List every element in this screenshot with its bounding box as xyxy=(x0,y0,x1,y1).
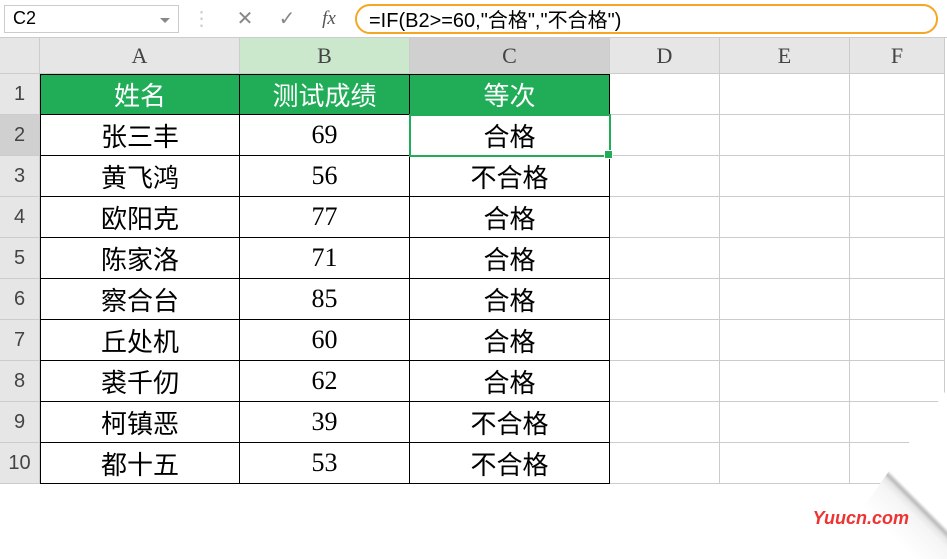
separator-icon: ⋮ xyxy=(179,6,224,31)
cell-f4[interactable] xyxy=(850,197,945,238)
cell-e3[interactable] xyxy=(720,156,850,197)
cell-a7[interactable]: 丘处机 xyxy=(40,320,240,361)
row-header-3[interactable]: 3 xyxy=(0,156,40,197)
cell-a1[interactable]: 姓名 xyxy=(40,74,240,115)
cell-d4[interactable] xyxy=(610,197,720,238)
cell-a3[interactable]: 黄飞鸿 xyxy=(40,156,240,197)
cell-b9[interactable]: 39 xyxy=(240,402,410,443)
cell-c7[interactable]: 合格 xyxy=(410,320,610,361)
cell-d9[interactable] xyxy=(610,402,720,443)
select-all-corner[interactable] xyxy=(0,38,40,74)
cell-a9[interactable]: 柯镇恶 xyxy=(40,402,240,443)
cell-f6[interactable] xyxy=(850,279,945,320)
row-headers: 1 2 3 4 5 6 7 8 9 10 xyxy=(0,38,40,484)
cell-e1[interactable] xyxy=(720,74,850,115)
cell-f7[interactable] xyxy=(850,320,945,361)
cell-e7[interactable] xyxy=(720,320,850,361)
cell-a2[interactable]: 张三丰 xyxy=(40,115,240,156)
cell-b10[interactable]: 53 xyxy=(240,443,410,484)
cell-d5[interactable] xyxy=(610,238,720,279)
row-header-10[interactable]: 10 xyxy=(0,443,40,484)
cell-a10[interactable]: 都十五 xyxy=(40,443,240,484)
col-header-c[interactable]: C xyxy=(410,38,610,74)
row-header-7[interactable]: 7 xyxy=(0,320,40,361)
formula-input[interactable]: =IF(B2>=60,"合格","不合格") xyxy=(355,4,938,34)
cell-b1[interactable]: 测试成绩 xyxy=(240,74,410,115)
cell-c5[interactable]: 合格 xyxy=(410,238,610,279)
cell-b5[interactable]: 71 xyxy=(240,238,410,279)
row-header-6[interactable]: 6 xyxy=(0,279,40,320)
cell-d1[interactable] xyxy=(610,74,720,115)
cell-d3[interactable] xyxy=(610,156,720,197)
cell-e10[interactable] xyxy=(720,443,850,484)
cell-e8[interactable] xyxy=(720,361,850,402)
cell-b6[interactable]: 85 xyxy=(240,279,410,320)
row-header-1[interactable]: 1 xyxy=(0,74,40,115)
cell-f5[interactable] xyxy=(850,238,945,279)
column-headers: A B C D E F xyxy=(40,38,947,74)
col-header-e[interactable]: E xyxy=(720,38,850,74)
cell-a8[interactable]: 裘千仞 xyxy=(40,361,240,402)
col-header-f[interactable]: F xyxy=(850,38,945,74)
watermark: Yuucn.com xyxy=(813,508,909,529)
cell-c1[interactable]: 等次 xyxy=(410,74,610,115)
col-header-d[interactable]: D xyxy=(610,38,720,74)
cell-a6[interactable]: 察合台 xyxy=(40,279,240,320)
cell-b7[interactable]: 60 xyxy=(240,320,410,361)
cell-d2[interactable] xyxy=(610,115,720,156)
cell-c9[interactable]: 不合格 xyxy=(410,402,610,443)
cell-c4[interactable]: 合格 xyxy=(410,197,610,238)
cell-e5[interactable] xyxy=(720,238,850,279)
cell-f8[interactable] xyxy=(850,361,945,402)
cell-e9[interactable] xyxy=(720,402,850,443)
row-header-8[interactable]: 8 xyxy=(0,361,40,402)
grid: A B C D E F 姓名 测试成绩 等次 张三丰 69 合格 xyxy=(40,38,947,484)
cell-c6[interactable]: 合格 xyxy=(410,279,610,320)
row-header-4[interactable]: 4 xyxy=(0,197,40,238)
row-header-5[interactable]: 5 xyxy=(0,238,40,279)
cell-d7[interactable] xyxy=(610,320,720,361)
cell-d8[interactable] xyxy=(610,361,720,402)
cancel-icon[interactable]: ✕ xyxy=(224,5,266,33)
spreadsheet: 1 2 3 4 5 6 7 8 9 10 A B C D E F 姓名 测试成绩… xyxy=(0,38,947,484)
name-box[interactable]: C2 xyxy=(4,5,179,33)
cell-b8[interactable]: 62 xyxy=(240,361,410,402)
fx-icon[interactable]: fx xyxy=(308,5,350,33)
row-header-9[interactable]: 9 xyxy=(0,402,40,443)
cell-b2[interactable]: 69 xyxy=(240,115,410,156)
cell-e2[interactable] xyxy=(720,115,850,156)
col-header-a[interactable]: A xyxy=(40,38,240,74)
row-header-2[interactable]: 2 xyxy=(0,115,40,156)
cell-e4[interactable] xyxy=(720,197,850,238)
confirm-icon[interactable]: ✓ xyxy=(266,5,308,33)
cell-f2[interactable] xyxy=(850,115,945,156)
cells: 姓名 测试成绩 等次 张三丰 69 合格 黄飞鸿 56 不合格 xyxy=(40,74,947,484)
cell-a4[interactable]: 欧阳克 xyxy=(40,197,240,238)
cell-d6[interactable] xyxy=(610,279,720,320)
cell-f1[interactable] xyxy=(850,74,945,115)
cell-c10[interactable]: 不合格 xyxy=(410,443,610,484)
formula-bar: C2 ⋮ ✕ ✓ fx =IF(B2>=60,"合格","不合格") xyxy=(0,0,947,38)
cell-c3[interactable]: 不合格 xyxy=(410,156,610,197)
cell-b4[interactable]: 77 xyxy=(240,197,410,238)
cell-f3[interactable] xyxy=(850,156,945,197)
cell-e6[interactable] xyxy=(720,279,850,320)
cell-b3[interactable]: 56 xyxy=(240,156,410,197)
cell-d10[interactable] xyxy=(610,443,720,484)
cell-a5[interactable]: 陈家洛 xyxy=(40,238,240,279)
cell-c8[interactable]: 合格 xyxy=(410,361,610,402)
cell-c2[interactable]: 合格 xyxy=(410,115,610,156)
col-header-b[interactable]: B xyxy=(240,38,410,74)
